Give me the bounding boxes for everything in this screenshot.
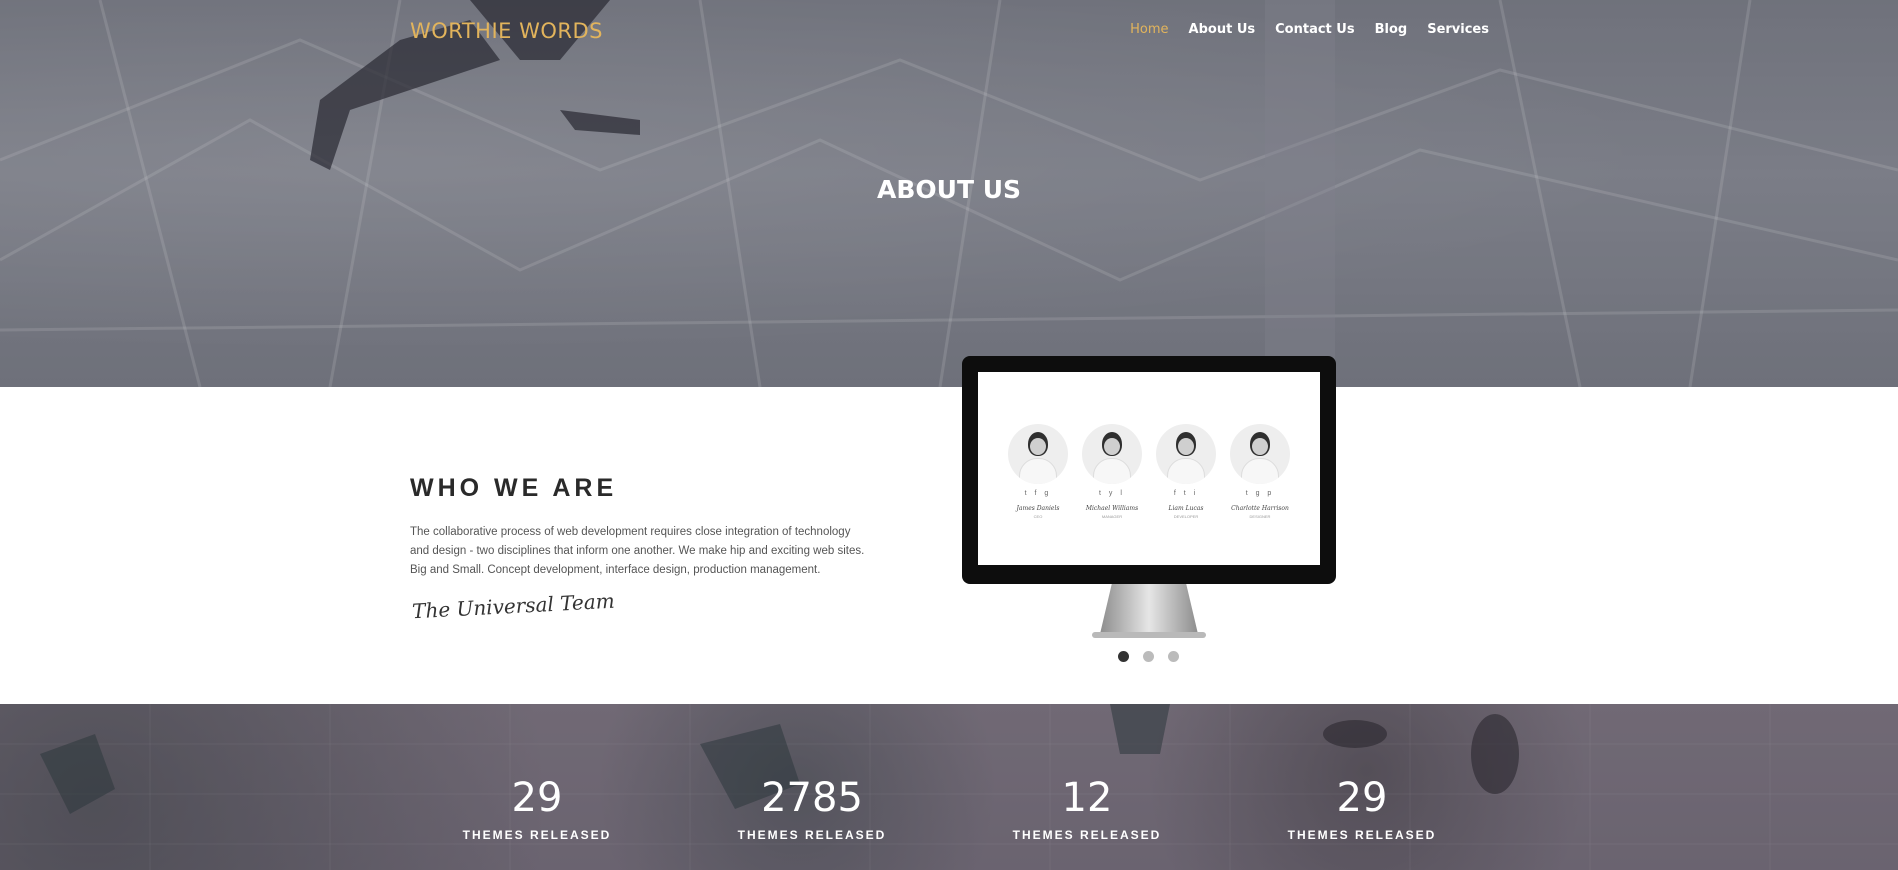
member-name: Liam Lucas — [1168, 505, 1204, 512]
nav-home[interactable]: Home — [1130, 22, 1168, 37]
stat-label: THEMES RELEASED — [1012, 828, 1162, 842]
slider-pagination — [1118, 651, 1179, 662]
monitor-stand — [1100, 584, 1198, 634]
member-role: MANAGER — [1101, 514, 1123, 519]
team-member: f t i Liam Lucas DEVELOPER — [1156, 424, 1216, 519]
member-name: James Daniels — [1016, 505, 1060, 512]
nav-services[interactable]: Services — [1427, 22, 1489, 37]
stat-label: THEMES RELEASED — [737, 828, 887, 842]
member-portrait — [1082, 424, 1142, 484]
stat-item: 29 THEMES RELEASED — [452, 776, 622, 842]
member-social-icons: t f g — [1024, 490, 1052, 497]
page-title: ABOUT US — [876, 175, 1022, 204]
team-member: t f g James Daniels CEO — [1008, 424, 1068, 519]
team-member: t g p Charlotte Harrison DESIGNER — [1230, 424, 1290, 519]
member-role: CEO — [1033, 514, 1043, 519]
member-name: Charlotte Harrison — [1231, 505, 1289, 512]
member-role: DEVELOPER — [1173, 514, 1199, 519]
about-title: WHO WE ARE — [410, 474, 618, 502]
member-social-icons: t y l — [1099, 490, 1125, 497]
stat-number: 29 — [1336, 775, 1388, 821]
team-member: t y l Michael Williams MANAGER — [1082, 424, 1142, 519]
member-portrait — [1230, 424, 1290, 484]
member-role: DESIGNER — [1249, 514, 1271, 519]
about-text: The collaborative process of web develop… — [410, 526, 865, 576]
stat-number: 2785 — [761, 775, 863, 821]
member-portrait — [1008, 424, 1068, 484]
slider-dot-2[interactable] — [1143, 651, 1154, 662]
stat-item: 29 THEMES RELEASED — [1277, 776, 1447, 842]
nav-blog[interactable]: Blog — [1375, 22, 1408, 37]
hero-section: WORTHIE WORDS Home About Us Contact Us B… — [0, 0, 1898, 387]
nav-about-us[interactable]: About Us — [1189, 22, 1256, 37]
nav-contact-us[interactable]: Contact Us — [1275, 22, 1354, 37]
member-social-icons: f t i — [1173, 490, 1199, 497]
team-list: t f g James Daniels CEO t y l Michael Wi… — [1008, 424, 1290, 519]
monitor-base — [1092, 632, 1206, 638]
main-nav: Home About Us Contact Us Blog Services — [1130, 22, 1489, 37]
stat-number: 29 — [511, 775, 563, 821]
monitor-screen: t f g James Daniels CEO t y l Michael Wi… — [978, 372, 1320, 565]
site-logo[interactable]: WORTHIE WORDS — [410, 19, 603, 43]
member-social-icons: t g p — [1245, 490, 1275, 497]
slider-dot-3[interactable] — [1168, 651, 1179, 662]
stat-label: THEMES RELEASED — [462, 828, 612, 842]
monitor-slide-image: t f g James Daniels CEO t y l Michael Wi… — [962, 356, 1336, 646]
slider-dot-1[interactable] — [1118, 651, 1129, 662]
stat-label: THEMES RELEASED — [1287, 828, 1437, 842]
stats-overlay — [0, 704, 1898, 870]
team-signature: The Universal Team — [411, 588, 616, 624]
monitor-frame: t f g James Daniels CEO t y l Michael Wi… — [962, 356, 1336, 584]
stat-number: 12 — [1061, 775, 1113, 821]
member-name: Michael Williams — [1085, 505, 1139, 512]
stat-item: 12 THEMES RELEASED — [1002, 776, 1172, 842]
member-portrait — [1156, 424, 1216, 484]
stats-section: 29 THEMES RELEASED 2785 THEMES RELEASED … — [0, 704, 1898, 870]
stat-item: 2785 THEMES RELEASED — [727, 776, 897, 842]
